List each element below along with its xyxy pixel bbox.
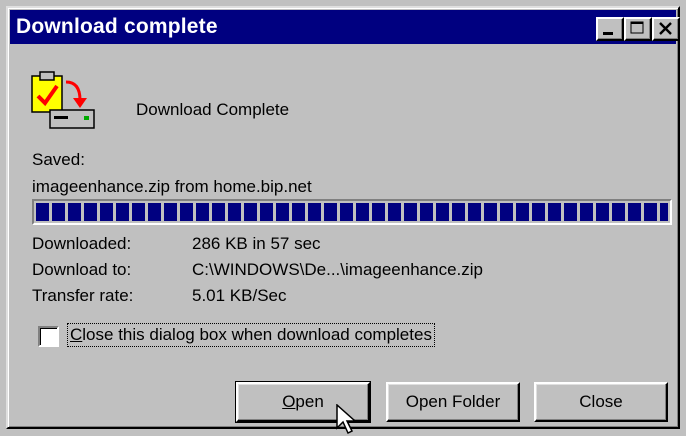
close-window-button[interactable] <box>652 17 680 41</box>
close-button[interactable]: Close <box>534 382 668 422</box>
transfer-rate-label: Transfer rate: <box>32 286 134 305</box>
minimize-icon <box>603 32 613 35</box>
close-icon <box>659 22 672 35</box>
minimize-button[interactable] <box>596 17 624 41</box>
title-bar[interactable]: Download complete <box>10 10 680 44</box>
download-to-label: Download to: <box>32 260 132 279</box>
download-to-value: C:\WINDOWS\De...\imageenhance.zip <box>192 260 483 279</box>
saved-label: Saved: <box>32 150 85 169</box>
window-title: Download complete <box>16 15 218 38</box>
open-folder-label: Open Folder <box>405 392 501 411</box>
download-progress-bar <box>32 199 672 225</box>
downloaded-label: Downloaded: <box>32 234 132 253</box>
download-complete-message: Download Complete <box>136 100 290 119</box>
open-folder-button[interactable]: Open Folder <box>386 382 520 422</box>
transfer-rate-value: 5.01 KB/Sec <box>192 286 287 305</box>
downloaded-value: 286 KB in 57 sec <box>192 234 321 253</box>
maximize-button[interactable] <box>624 17 652 41</box>
maximize-icon <box>630 21 644 34</box>
download-complete-dialog: Download complete Download Complete Save… <box>6 6 680 435</box>
download-complete-icon <box>31 71 95 129</box>
saved-item: imageenhance.zip from home.bip.net <box>32 177 312 196</box>
close-when-complete-label[interactable]: Close this dialog box when download comp… <box>67 323 435 347</box>
close-when-complete-checkbox[interactable] <box>38 326 59 347</box>
arrow-cursor-icon <box>336 404 357 435</box>
progress-fill <box>36 203 668 221</box>
